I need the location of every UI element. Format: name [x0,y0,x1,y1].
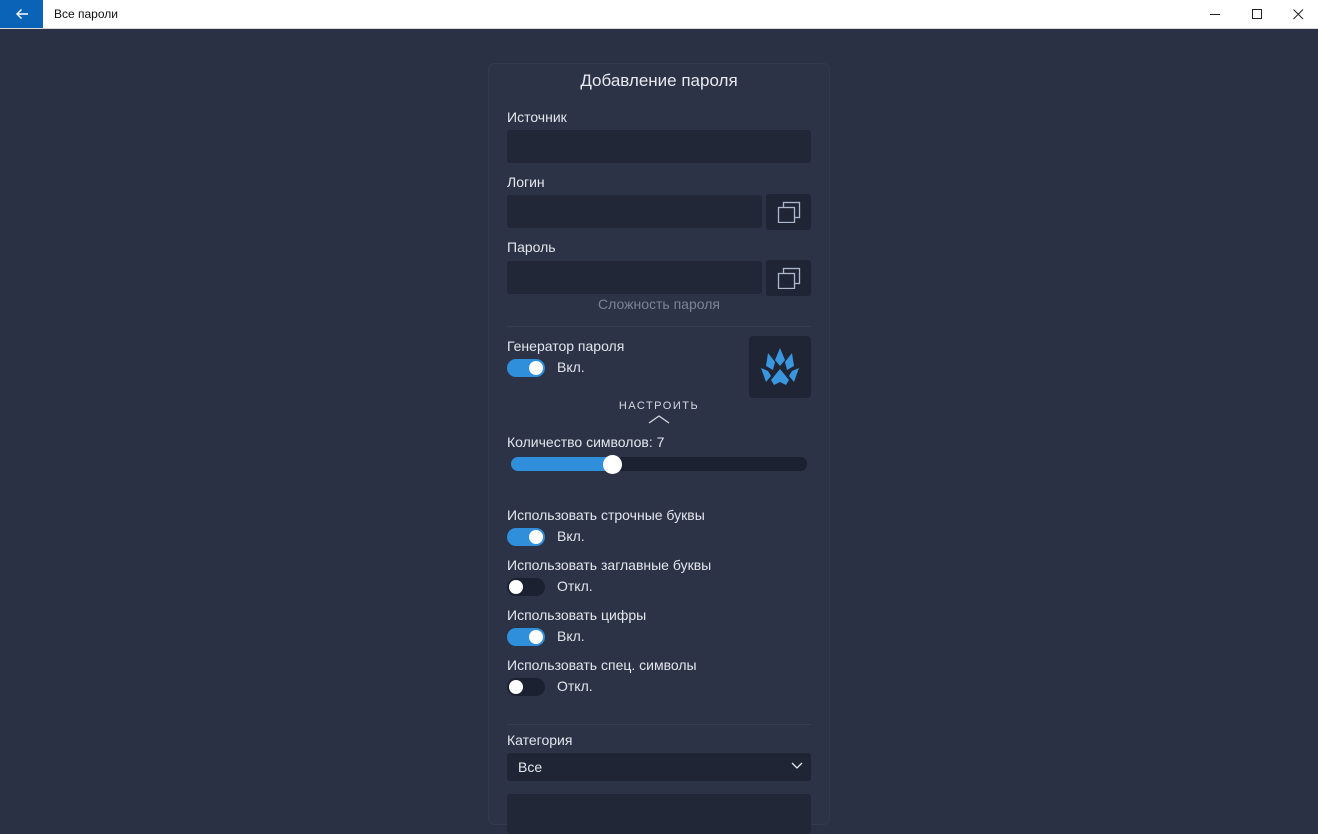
option-digits-state: Вкл. [557,628,585,644]
copy-icon [777,267,800,289]
toggle-knob [529,630,543,644]
chevron-down-icon [791,762,803,769]
toggle-knob [529,530,543,544]
maximize-button[interactable] [1234,0,1280,28]
notes-input[interactable] [507,794,811,834]
option-uppercase-toggle[interactable] [507,578,545,596]
title-bar: Все пароли [0,0,1318,29]
option-special-toggle[interactable] [507,678,545,696]
close-icon [1292,8,1303,19]
generate-password-button[interactable] [749,336,811,398]
category-label: Категория [507,732,573,748]
option-special-label: Использовать спец. символы [507,657,697,673]
generator-toggle-state: Вкл. [557,359,585,375]
slider-fill [511,457,612,471]
source-label: Источник [507,109,567,125]
option-lowercase-toggle[interactable] [507,528,545,546]
option-lowercase-label: Использовать строчные буквы [507,507,705,523]
option-uppercase-state: Откл. [557,578,593,594]
login-input[interactable] [507,195,762,228]
category-selected-value: Все [518,759,543,775]
password-label: Пароль [507,239,556,255]
generator-toggle[interactable] [507,359,545,377]
back-arrow-icon [15,9,28,19]
option-digits-label: Использовать цифры [507,607,647,623]
password-strength-hint: Сложность пароля [598,296,720,312]
category-select[interactable]: Все [507,753,811,781]
option-special-state: Откл. [557,678,593,694]
copy-password-button[interactable] [766,260,811,296]
minimize-button[interactable] [1192,0,1238,28]
length-label: Количество символов: 7 [507,434,665,450]
generator-label: Генератор пароля [507,338,625,354]
configure-button[interactable]: НАСТРОИТЬ [489,400,829,412]
copy-login-button[interactable] [766,194,811,230]
close-button[interactable] [1275,0,1318,28]
paw-logo-icon [761,348,799,385]
divider [507,326,811,327]
panel-title: Добавление пароля [580,71,738,90]
toggle-knob [529,361,543,375]
back-button[interactable] [0,0,43,28]
add-password-panel: Добавление пароля Источник Логин Пароль … [489,64,829,834]
toggle-knob [509,680,523,694]
toggle-knob [509,580,523,594]
option-lowercase-state: Вкл. [557,528,585,544]
chevron-up-icon[interactable] [648,414,670,424]
copy-icon [777,201,800,223]
length-slider[interactable] [511,457,807,471]
window-title: Все пароли [54,7,118,21]
maximize-icon [1251,8,1262,19]
option-uppercase-label: Использовать заглавные буквы [507,557,712,573]
password-input[interactable] [507,261,762,294]
option-digits-toggle[interactable] [507,628,545,646]
source-input[interactable] [507,130,811,163]
divider [507,724,811,725]
minimize-icon [1209,13,1220,15]
slider-thumb[interactable] [603,455,622,474]
login-label: Логин [507,174,545,190]
